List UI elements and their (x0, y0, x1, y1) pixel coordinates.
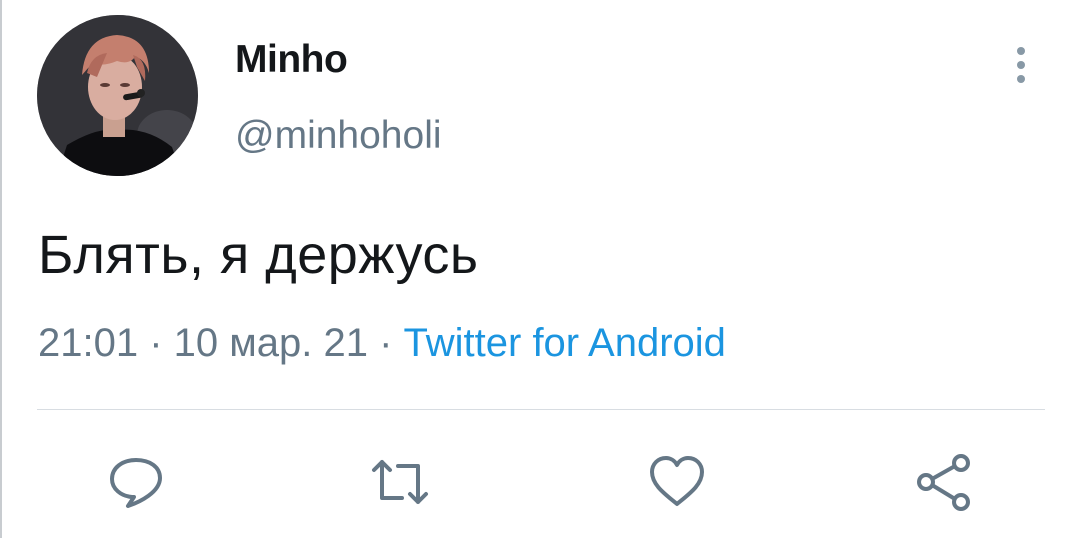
reply-icon (110, 458, 162, 508)
display-name[interactable]: Minho (235, 38, 348, 82)
more-dot (1017, 61, 1025, 69)
retweet-button[interactable] (370, 452, 430, 512)
divider (37, 409, 1045, 410)
tweet-meta: 21:01 · 10 мар. 21 · Twitter for Android (38, 321, 726, 366)
meta-separator: · (367, 321, 404, 365)
reply-button[interactable] (106, 452, 166, 512)
retweet-icon (372, 460, 428, 504)
like-icon (650, 456, 704, 506)
more-dot (1017, 75, 1025, 83)
meta-separator: · (138, 321, 174, 365)
tweet-time: 21:01 (38, 321, 139, 365)
tweet-date: 10 мар. 21 (173, 321, 368, 365)
tweet-source-link[interactable]: Twitter for Android (404, 321, 726, 365)
more-dot (1017, 47, 1025, 55)
user-handle[interactable]: @minhoholi (235, 114, 442, 158)
tweet-text: Блять, я держусь (38, 225, 479, 285)
left-border (0, 0, 2, 538)
avatar[interactable] (37, 15, 198, 176)
more-vertical-icon[interactable] (1006, 40, 1036, 90)
like-button[interactable] (647, 452, 707, 512)
share-icon (917, 454, 970, 511)
share-button[interactable] (914, 452, 974, 512)
avatar-photo (37, 15, 198, 176)
